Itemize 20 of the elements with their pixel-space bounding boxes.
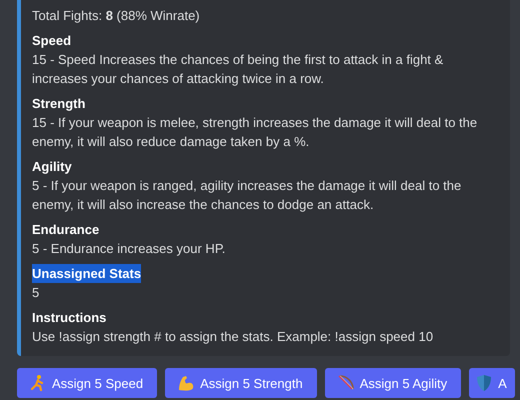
field-value: 15 - If your weapon is melee, strength increases the damage it will deal to the enemy, it will also reduce damage taken by a %. [32,114,478,151]
shield-icon [475,374,494,392]
field-title: Strength [32,95,86,113]
summary-text: Total Fights: 8 (88% Winrate) [32,7,201,25]
bow-and-arrow-icon [336,374,355,392]
field-value: Use !assign strength # to assign the stats. Example: !assign speed 10 [32,328,434,346]
field-value: 5 - Endurance increases your HP. [32,240,226,258]
assign-button[interactable]: A [469,368,515,398]
field-title: Speed [32,32,72,50]
field-title: Unassigned Stats [32,264,142,283]
assign-button[interactable]: Assign 5 Speed [17,368,158,398]
field-value: 15 - Speed Increases the chances of being the first to attack in a fight & increases your chances of attacking twice in a row. [32,51,444,88]
field-title: Instructions [32,309,106,327]
assign-button[interactable]: Assign 5 Strength [165,368,317,398]
field-value: 5 [32,284,40,302]
field-title: Agility [32,158,72,176]
flexed-arm-icon [177,374,196,392]
field-value: 5 - If your weapon is ranged, agility increases the damage it will deal to the enemy, it will also increase the chances to dodge an attack. [32,177,462,214]
field-title: Endurance [32,221,100,239]
assign-button[interactable]: Assign 5 Agility [324,368,462,398]
